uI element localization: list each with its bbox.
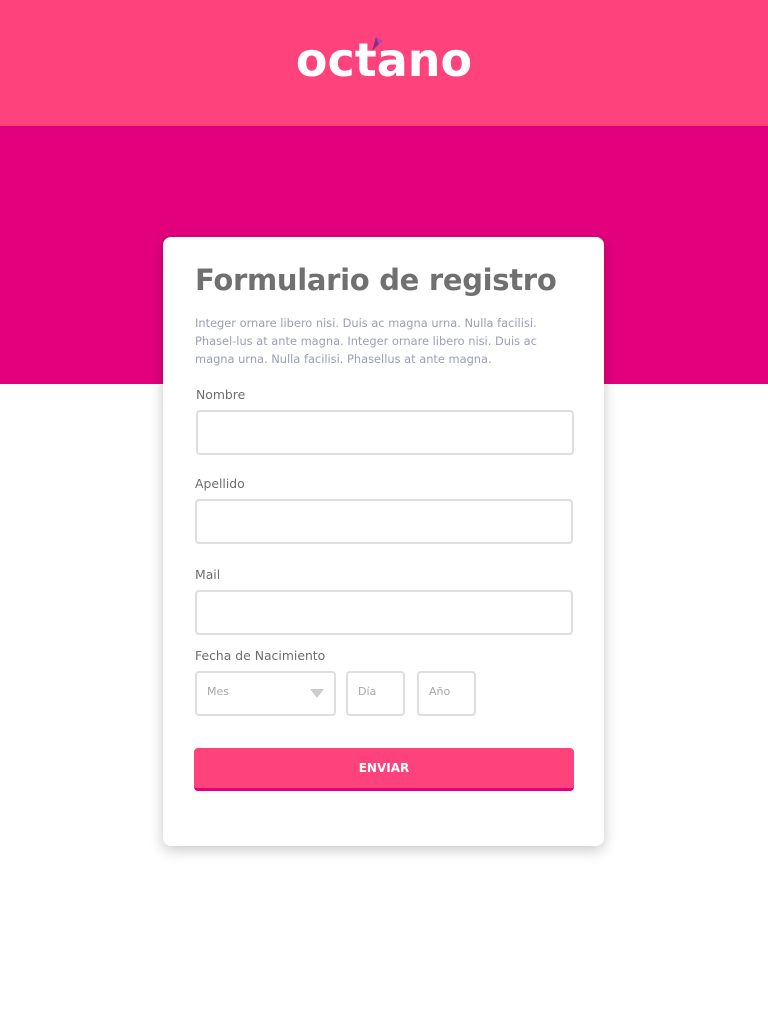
apellido-label: Apellido [195, 476, 245, 491]
nombre-label: Nombre [196, 387, 246, 402]
year-placeholder: Año [429, 685, 451, 698]
submit-button[interactable]: ENVIAR [194, 748, 574, 791]
header-logo-area: octano [0, 0, 768, 126]
month-select[interactable]: Mes [195, 671, 336, 716]
mail-input[interactable] [195, 590, 573, 635]
nombre-input[interactable] [196, 410, 574, 455]
day-placeholder: Día [358, 685, 377, 698]
registration-card: Formulario de registro Integer ornare li… [163, 237, 604, 846]
month-placeholder: Mes [207, 685, 229, 698]
form-title: Formulario de registro [195, 263, 557, 297]
birthdate-label: Fecha de Nacimiento [195, 648, 326, 663]
chevron-down-icon [310, 689, 324, 698]
logo-wordmark: octano [295, 33, 473, 87]
mail-label: Mail [195, 567, 221, 582]
day-input[interactable]: Día [346, 671, 405, 716]
apellido-input[interactable] [195, 499, 573, 544]
octano-logo[interactable]: octano [296, 37, 472, 83]
form-description: Integer ornare libero nisi. Duis ac magn… [195, 316, 537, 366]
logo-leaf-icon [371, 37, 383, 51]
page: octano Formulario de registro Integer or… [0, 0, 768, 1024]
year-input[interactable]: Año [417, 671, 476, 716]
